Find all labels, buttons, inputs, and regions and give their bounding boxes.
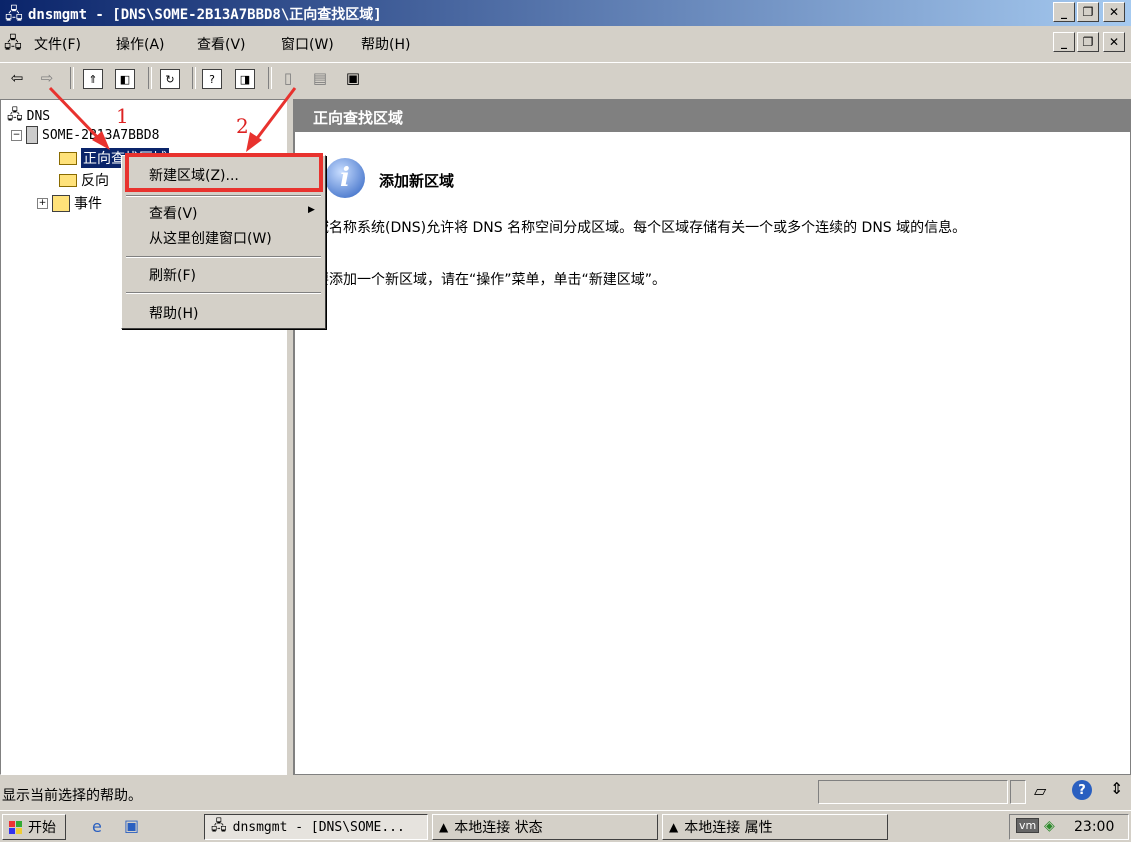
dns-task-icon: 🖧 [211, 818, 227, 834]
task-label: 本地连接 属性 [684, 820, 773, 836]
vm-tools-icon[interactable]: vm [1016, 818, 1040, 833]
clock: 23:00 [1074, 819, 1115, 835]
task-connection-properties[interactable]: ▲ 本地连接 属性 [662, 814, 888, 840]
annotation-step-2: 2 [236, 114, 249, 138]
system-tray: vm ◈ 23:00 [1009, 814, 1129, 840]
taskbar: 开始 e ▣ 🖧 dnsmgmt - [DNS\SOME... ▲ 本地连接 状… [0, 810, 1131, 842]
network-icon: ▲ [439, 820, 449, 834]
network-tray-icon[interactable]: ◈ [1044, 818, 1055, 834]
network-tray-icon[interactable]: ▱ [1034, 781, 1046, 800]
status-bar: 显示当前选择的帮助。 ▱ ? ⇕ [0, 776, 1131, 806]
annotation-arrow-2 [246, 87, 297, 152]
task-label: 本地连接 状态 [454, 820, 543, 836]
network-icon: ▲ [669, 820, 679, 834]
grip-icon: ⇕ [1110, 779, 1124, 798]
help-circle-icon[interactable]: ? [1072, 780, 1092, 800]
task-dnsmgmt[interactable]: 🖧 dnsmgmt - [DNS\SOME... [204, 814, 428, 840]
task-label: dnsmgmt - [DNS\SOME... [232, 819, 405, 835]
task-connection-status[interactable]: ▲ 本地连接 状态 [432, 814, 658, 840]
annotation-arrows [48, 86, 297, 152]
annotation-arrow-1 [48, 86, 110, 150]
start-button[interactable]: 开始 [2, 814, 66, 840]
status-panel [818, 780, 1008, 804]
windows-logo-icon [9, 820, 22, 834]
annotation-step-1: 1 [116, 104, 129, 128]
desktop-icon[interactable]: ▣ [124, 816, 139, 835]
ie-icon[interactable]: e [92, 817, 102, 836]
start-label: 开始 [28, 820, 56, 836]
status-panel [1010, 780, 1026, 804]
status-text: 显示当前选择的帮助。 [2, 788, 142, 804]
